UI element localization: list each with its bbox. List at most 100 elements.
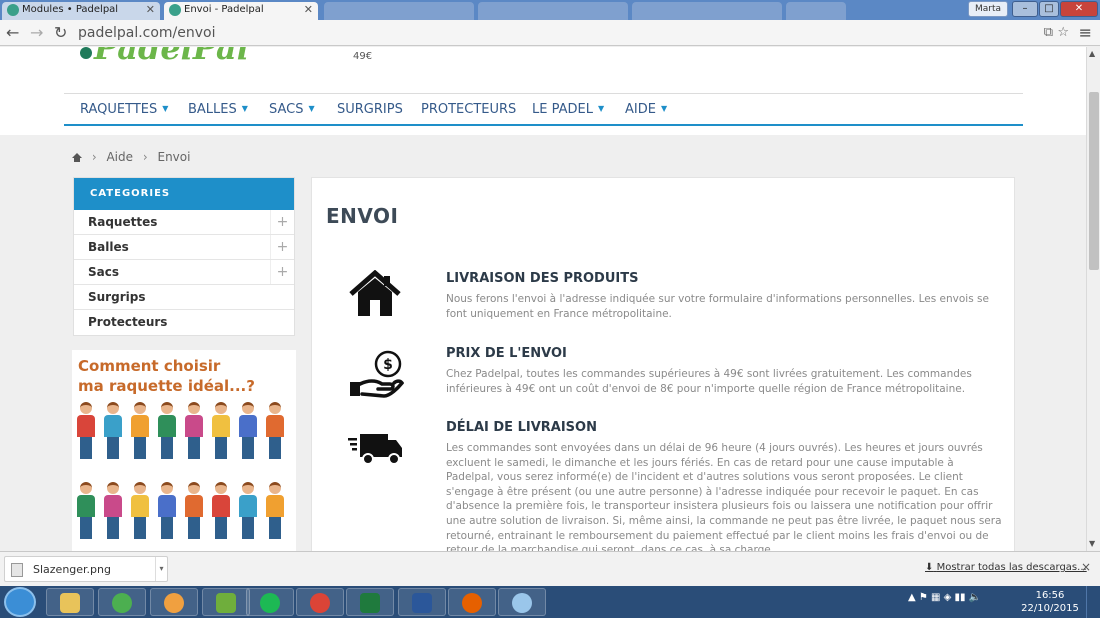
expand-plus-icon[interactable]: + bbox=[270, 235, 294, 259]
expand-plus-icon[interactable]: + bbox=[270, 260, 294, 284]
palette-icon bbox=[512, 593, 532, 613]
delivery-truck-icon bbox=[348, 434, 402, 465]
promo-banner[interactable]: Comment choisir ma raquette idéal...? bbox=[72, 350, 296, 551]
chrome-icon bbox=[310, 593, 330, 613]
breadcrumb-envoi: Envoi bbox=[157, 150, 191, 164]
download-item[interactable]: Slazenger.png ▾ bbox=[4, 556, 168, 582]
chevron-down-icon: ▼ bbox=[660, 104, 668, 113]
nav-balles[interactable]: BALLES ▼ bbox=[188, 102, 248, 117]
person-body bbox=[158, 415, 176, 437]
person-body bbox=[158, 495, 176, 517]
tab-background[interactable] bbox=[478, 2, 628, 20]
person-body bbox=[131, 495, 149, 517]
home-icon[interactable] bbox=[72, 153, 82, 162]
scroll-up-arrow-icon[interactable]: ▲ bbox=[1089, 49, 1095, 58]
forward-arrow-icon[interactable]: → bbox=[30, 23, 43, 43]
close-icon[interactable]: × bbox=[1081, 560, 1091, 574]
address-bar[interactable]: padelpal.com/envoi ⧉ ☆ bbox=[76, 23, 1071, 43]
translate-icon[interactable]: ⧉ bbox=[1044, 23, 1053, 43]
person-figure bbox=[156, 482, 178, 542]
category-raquettes[interactable]: Raquettes + bbox=[74, 210, 294, 235]
excel-icon bbox=[360, 593, 380, 613]
chevron-down-icon: ▼ bbox=[162, 104, 169, 113]
person-legs bbox=[161, 517, 173, 539]
nav-protecteurs[interactable]: PROTECTEURS bbox=[421, 102, 516, 117]
person-body bbox=[212, 495, 230, 517]
taskbar-paint[interactable] bbox=[498, 588, 546, 616]
category-protecteurs[interactable]: Protecteurs bbox=[74, 310, 294, 335]
person-head bbox=[134, 482, 146, 494]
taskbar-firefox[interactable] bbox=[448, 588, 496, 616]
tab-background[interactable] bbox=[786, 2, 846, 20]
bookmark-star-icon[interactable]: ☆ bbox=[1057, 23, 1069, 43]
download-shelf: Slazenger.png ▾ ⬇ Mostrar todas las desc… bbox=[0, 551, 1100, 586]
categories-title: CATEGORIES bbox=[74, 178, 294, 210]
close-window-button[interactable]: ✕ bbox=[1060, 1, 1098, 17]
main-navigation: RAQUETTES ▼ BALLES ▼ SACS ▼ SURGRIPS PROTEC… bbox=[64, 93, 1023, 126]
folder-icon bbox=[60, 593, 80, 613]
reload-icon[interactable]: ↻ bbox=[54, 23, 67, 43]
url-text[interactable]: padelpal.com/envoi bbox=[78, 23, 216, 43]
taskbar-clock[interactable]: 16:56 22/10/2015 bbox=[1020, 589, 1080, 615]
taskbar-paint-tool[interactable] bbox=[202, 588, 250, 616]
taskbar-word[interactable] bbox=[398, 588, 446, 616]
section-title-delai: DÉLAI DE LIVRAISON bbox=[446, 420, 597, 435]
chrome-menu-icon[interactable]: ≡ bbox=[1079, 23, 1092, 43]
person-figure bbox=[129, 482, 151, 542]
person-legs bbox=[215, 517, 227, 539]
person-body bbox=[266, 415, 284, 437]
back-arrow-icon[interactable]: ← bbox=[6, 23, 19, 43]
tab-modules[interactable]: Modules • Padelpal ✕ bbox=[2, 2, 160, 20]
minimize-button[interactable]: – bbox=[1012, 1, 1038, 17]
person-head bbox=[161, 482, 173, 494]
taskbar-messenger[interactable] bbox=[150, 588, 198, 616]
taskbar-chrome-profile[interactable] bbox=[296, 588, 344, 616]
word-icon bbox=[412, 593, 432, 613]
tab-background[interactable] bbox=[632, 2, 782, 20]
person-legs bbox=[188, 437, 200, 459]
person-head bbox=[80, 482, 92, 494]
tab-close-icon[interactable]: ✕ bbox=[304, 2, 313, 18]
tab-close-icon[interactable]: ✕ bbox=[146, 2, 155, 18]
person-head bbox=[134, 402, 146, 414]
scroll-thumb[interactable] bbox=[1089, 92, 1099, 270]
tab-background[interactable] bbox=[324, 2, 474, 20]
person-body bbox=[239, 495, 257, 517]
page-scrollbar[interactable]: ▲ ▼ bbox=[1086, 47, 1100, 551]
person-head bbox=[269, 402, 281, 414]
person-figure bbox=[183, 482, 205, 542]
taskbar-chrome[interactable] bbox=[98, 588, 146, 616]
breadcrumb-separator: › bbox=[142, 150, 148, 164]
site-logo[interactable]: PadelPal bbox=[78, 47, 278, 61]
person-figure bbox=[210, 482, 232, 542]
breadcrumb-aide[interactable]: Aide bbox=[106, 150, 133, 164]
user-profile-button[interactable]: Marta bbox=[968, 1, 1008, 17]
person-body bbox=[185, 415, 203, 437]
expand-plus-icon[interactable]: + bbox=[270, 210, 294, 234]
svg-text:$: $ bbox=[383, 357, 393, 373]
nav-sacs[interactable]: SACS ▼ bbox=[269, 102, 315, 117]
chevron-down-icon[interactable]: ▾ bbox=[155, 557, 167, 581]
maximize-button[interactable]: □ bbox=[1039, 1, 1059, 17]
show-desktop-button[interactable] bbox=[1086, 586, 1100, 618]
padelpal-favicon-icon bbox=[7, 4, 19, 16]
person-figure bbox=[75, 402, 97, 462]
nav-aide[interactable]: AIDE ▼ bbox=[625, 102, 667, 117]
category-surgrips[interactable]: Surgrips bbox=[74, 285, 294, 310]
taskbar-explorer[interactable] bbox=[46, 588, 94, 616]
windows-start-button[interactable] bbox=[4, 587, 36, 617]
category-balles[interactable]: Balles + bbox=[74, 235, 294, 260]
nav-le-padel[interactable]: LE PADEL ▼ bbox=[532, 102, 604, 117]
taskbar-spotify[interactable] bbox=[246, 588, 294, 616]
system-tray-icons[interactable]: ▲ ⚑ ▦ ◈ ▮▮ 🔈 bbox=[908, 592, 981, 603]
category-sacs[interactable]: Sacs + bbox=[74, 260, 294, 285]
person-legs bbox=[161, 437, 173, 459]
nav-surgrips[interactable]: SURGRIPS bbox=[337, 102, 403, 117]
tab-envoi[interactable]: Envoi - Padelpal ✕ bbox=[164, 2, 318, 20]
scroll-down-arrow-icon[interactable]: ▼ bbox=[1089, 539, 1095, 548]
nav-raquettes[interactable]: RAQUETTES ▼ bbox=[80, 102, 168, 117]
show-all-downloads-link[interactable]: ⬇ Mostrar todas las descargas... bbox=[925, 562, 1087, 573]
logo-text: PadelPal bbox=[94, 47, 249, 61]
taskbar-excel[interactable] bbox=[346, 588, 394, 616]
person-body bbox=[239, 415, 257, 437]
